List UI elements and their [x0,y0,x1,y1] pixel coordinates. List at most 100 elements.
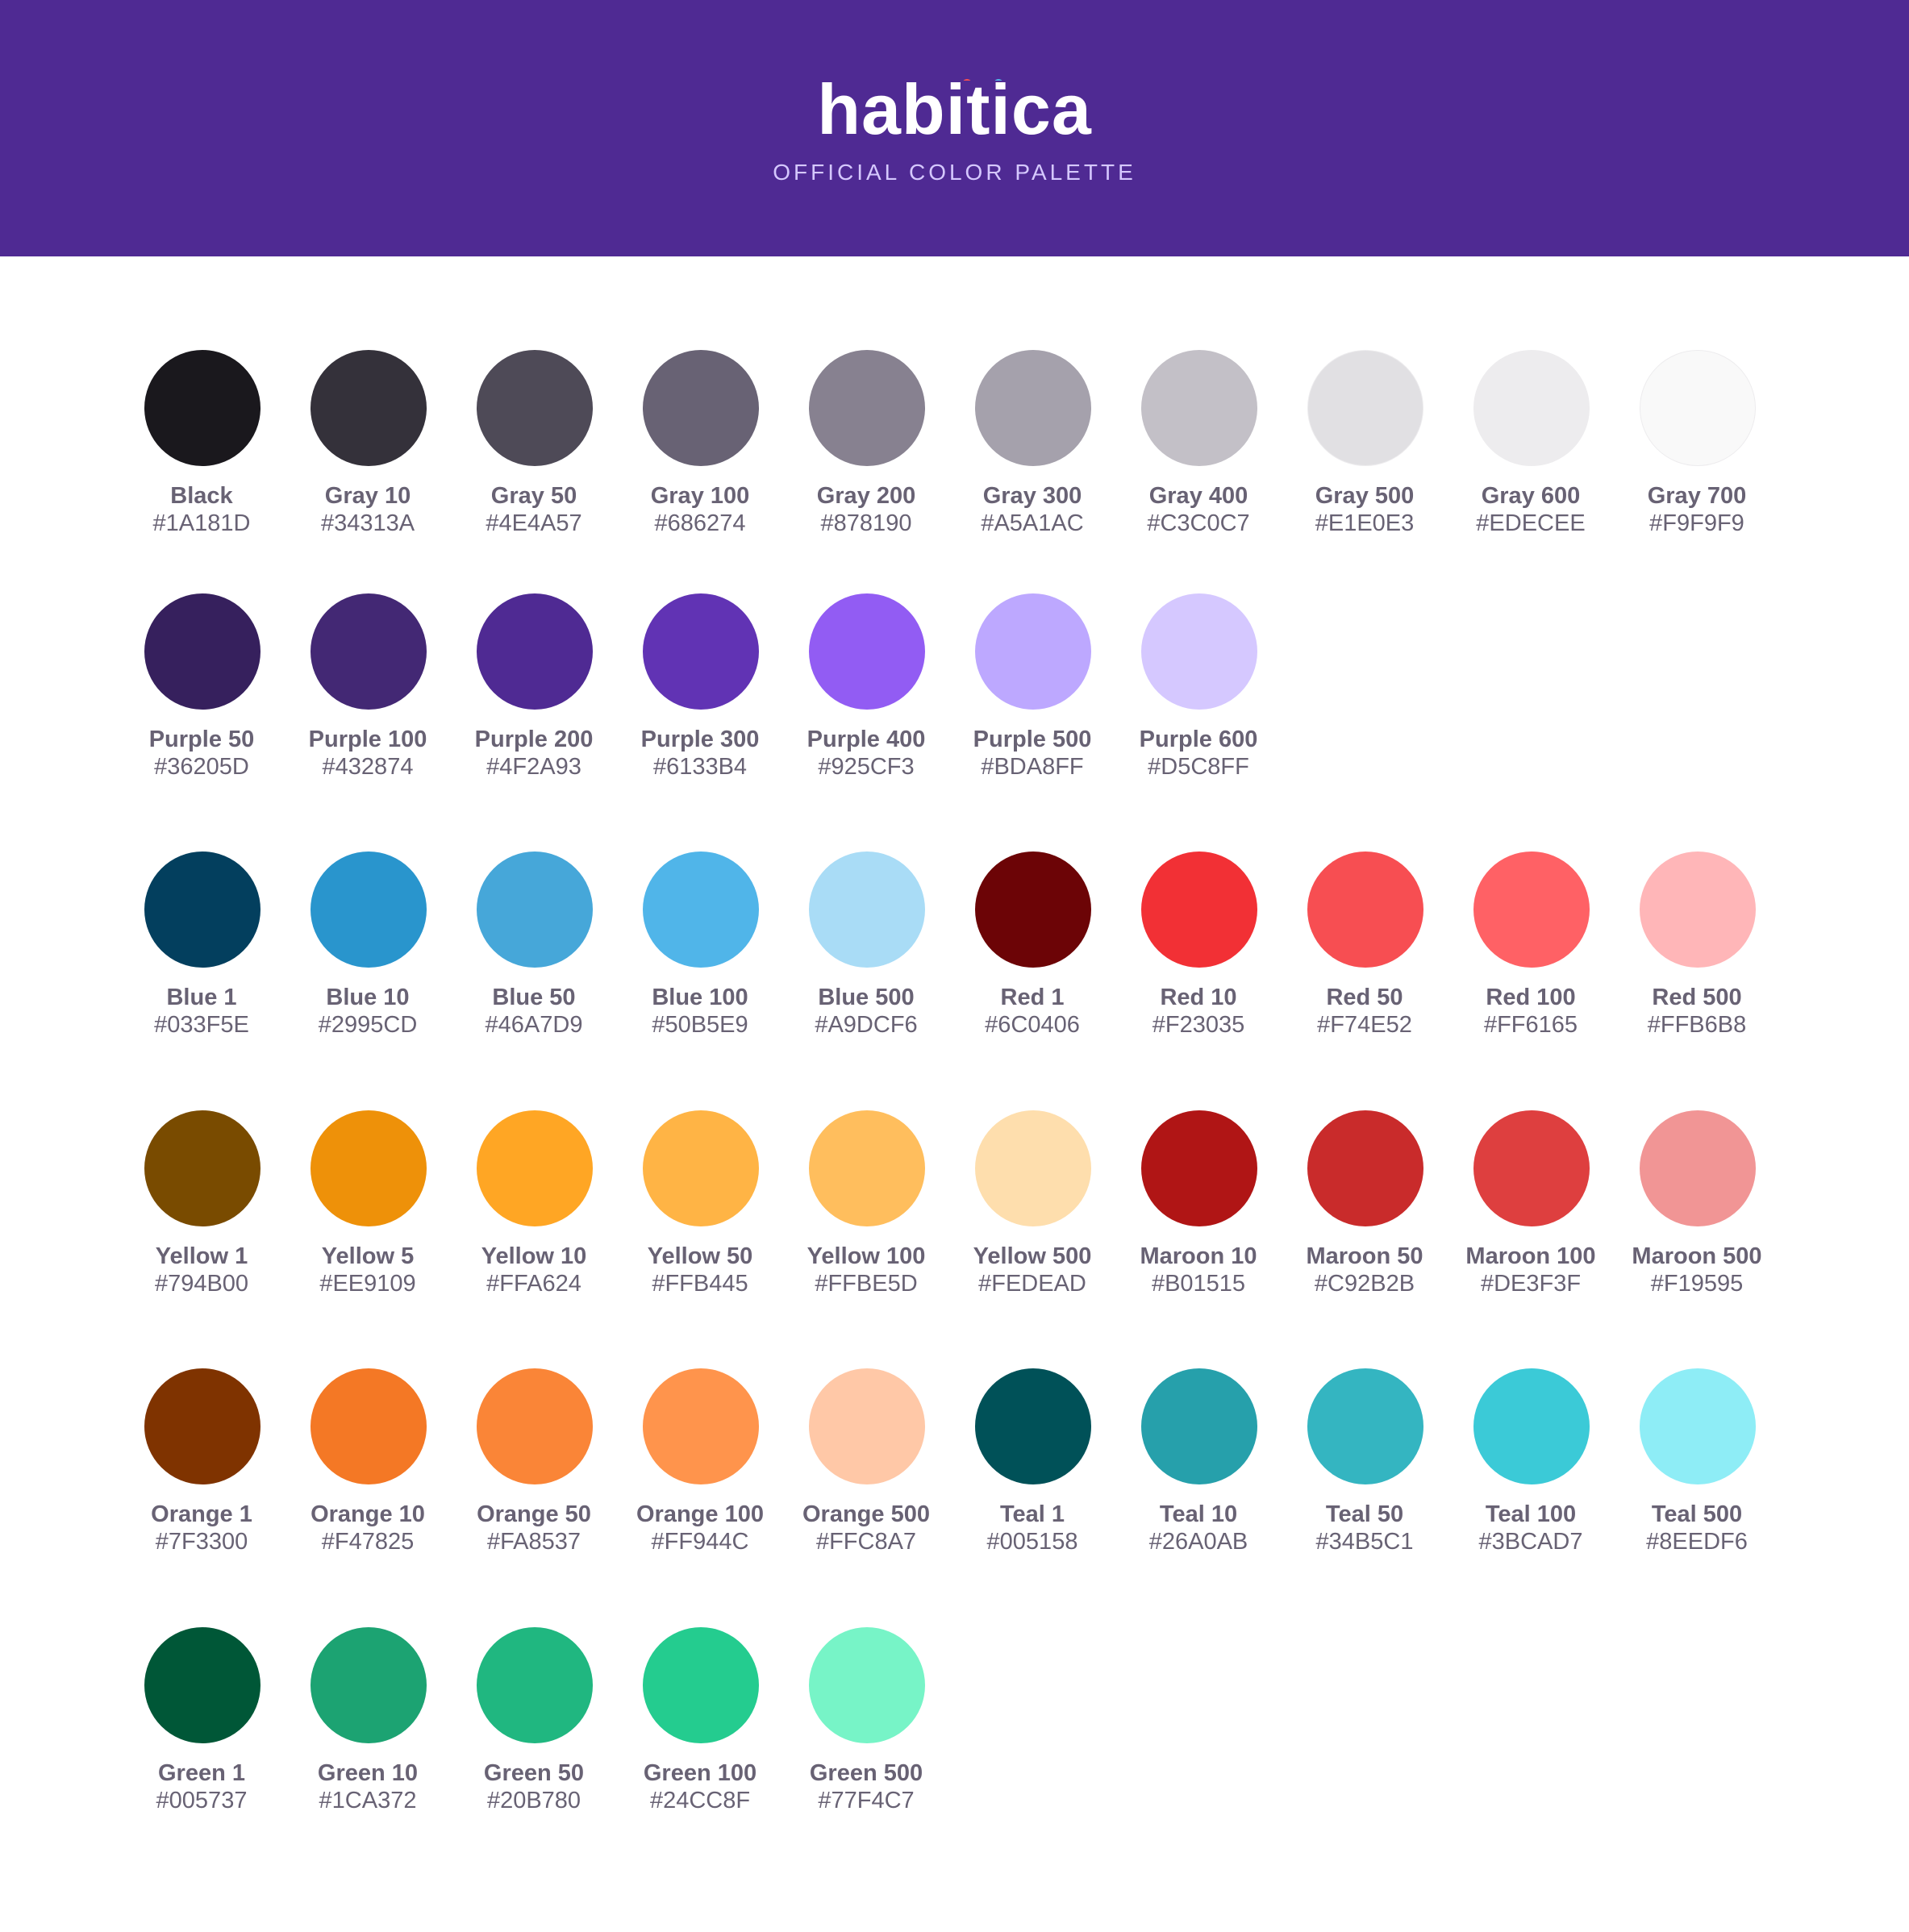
swatch-circle [643,1110,759,1226]
color-swatch: Teal 500 #8EEDF6 [1614,1368,1780,1562]
swatch-circle [643,851,759,968]
swatch-name: Teal 10 [1159,1501,1238,1527]
color-swatch: Orange 100 #FF944C [617,1368,783,1562]
swatch-circle [1141,1368,1257,1484]
color-swatch: Maroon 100 #DE3F3F [1448,1110,1614,1304]
swatch-name: Green 500 [809,1760,923,1786]
swatch-hex: #FF6165 [1483,1012,1578,1038]
swatch-name: Orange 50 [477,1501,591,1527]
swatch-hex: #F74E52 [1317,1012,1412,1038]
swatch-name: Red 100 [1486,985,1576,1010]
swatch-hex: #FA8537 [486,1529,581,1555]
swatch-name: Gray 100 [650,483,750,509]
color-swatch: Green 10 #1CA372 [285,1627,451,1821]
swatch-circle [1473,350,1590,466]
color-swatch: Maroon 10 #B01515 [1115,1110,1282,1304]
swatch-name: Gray 200 [816,483,916,509]
swatch-name: Gray 700 [1647,483,1747,509]
swatch-circle [1141,1110,1257,1226]
swatch-name: Purple 400 [807,727,926,752]
color-swatch: Purple 50 #36205D [119,593,285,787]
swatch-circle [477,1110,593,1226]
swatch-circle [643,1627,759,1743]
swatch-circle [1640,1110,1756,1226]
color-swatch: Maroon 50 #C92B2B [1282,1110,1448,1304]
swatch-hex: #C3C0C7 [1147,510,1250,536]
swatch-hex: #7F3300 [155,1529,248,1555]
swatch-name: Orange 10 [311,1501,425,1527]
swatch-circle [144,350,261,466]
swatch-circle [1640,851,1756,968]
color-swatch: Red 500 #FFB6B8 [1614,851,1780,1045]
swatch-circle [1307,1110,1423,1226]
swatch-hex: #FFBE5D [815,1271,918,1297]
swatch-hex: #BDA8FF [981,754,1084,780]
color-swatch: Gray 500 #E1E0E3 [1282,350,1448,543]
swatch-circle [1141,350,1257,466]
swatch-hex: #F23035 [1152,1012,1245,1038]
swatch-name: Maroon 500 [1632,1243,1762,1269]
swatch-name: Teal 100 [1485,1501,1577,1527]
color-swatch: Orange 500 #FFC8A7 [783,1368,949,1562]
swatch-hex: #6C0406 [985,1012,1080,1038]
swatch-name: Purple 300 [640,727,760,752]
swatch-circle [1473,851,1590,968]
swatch-hex: #EE9109 [319,1271,416,1297]
swatch-circle [477,851,593,968]
swatch-circle [1307,350,1423,466]
swatch-circle [311,1627,427,1743]
swatch-name: Gray 600 [1481,483,1581,509]
swatch-name: Blue 1 [166,985,237,1010]
swatch-circle [311,593,427,710]
swatch-hex: #B01515 [1151,1271,1246,1297]
header-banner: habitica OFFICIAL COLOR PALETTE [0,0,1909,256]
swatch-name: Black [170,483,233,509]
swatch-hex: #3BCAD7 [1478,1529,1583,1555]
color-swatch: Teal 1 #005158 [949,1368,1115,1562]
swatch-hex: #F9F9F9 [1649,510,1744,536]
swatch-circle [643,593,759,710]
swatch-hex: #878190 [820,510,912,536]
swatch-hex: #4E4A57 [486,510,582,536]
color-swatch: Green 100 #24CC8F [617,1627,783,1821]
swatch-hex: #FEDEAD [978,1271,1086,1297]
swatch-name: Blue 500 [818,985,915,1010]
swatch-hex: #C92B2B [1314,1271,1415,1297]
swatch-name: Maroon 50 [1306,1243,1423,1269]
swatch-circle [144,851,261,968]
swatch-circle [311,851,427,968]
swatch-circle [809,1110,925,1226]
swatch-hex: #1A181D [152,510,251,536]
swatch-name: Gray 400 [1148,483,1248,509]
swatch-circle [975,1110,1091,1226]
swatch-hex: #432874 [322,754,414,780]
swatch-circle [809,1627,925,1743]
color-swatch: Yellow 500 #FEDEAD [949,1110,1115,1304]
swatch-hex: #F19595 [1650,1271,1744,1297]
swatch-name: Orange 1 [151,1501,252,1527]
swatch-circle [144,593,261,710]
swatch-circle [1141,593,1257,710]
swatch-hex: #46A7D9 [485,1012,583,1038]
swatch-circle [1307,851,1423,968]
swatch-circle [311,1110,427,1226]
swatch-circle [311,350,427,466]
swatch-name: Gray 300 [982,483,1082,509]
swatch-hex: #34313A [320,510,415,536]
swatch-circle [477,1627,593,1743]
color-swatch: Blue 500 #A9DCF6 [783,851,949,1045]
swatch-name: Red 500 [1652,985,1742,1010]
swatch-name: Yellow 5 [321,1243,415,1269]
swatch-hex: #005737 [156,1788,248,1813]
swatch-hex: #4F2A93 [486,754,581,780]
color-swatch: Gray 10 #34313A [285,350,451,543]
swatch-circle [809,593,925,710]
color-swatch: Teal 10 #26A0AB [1115,1368,1282,1562]
swatch-circle [1141,851,1257,968]
swatch-circle [643,350,759,466]
swatch-hex: #24CC8F [649,1788,751,1813]
habitica-logo: habitica [817,69,1092,149]
swatch-name: Green 100 [643,1760,757,1786]
color-swatch: Orange 10 #F47825 [285,1368,451,1562]
swatch-hex: #6133B4 [652,754,748,780]
